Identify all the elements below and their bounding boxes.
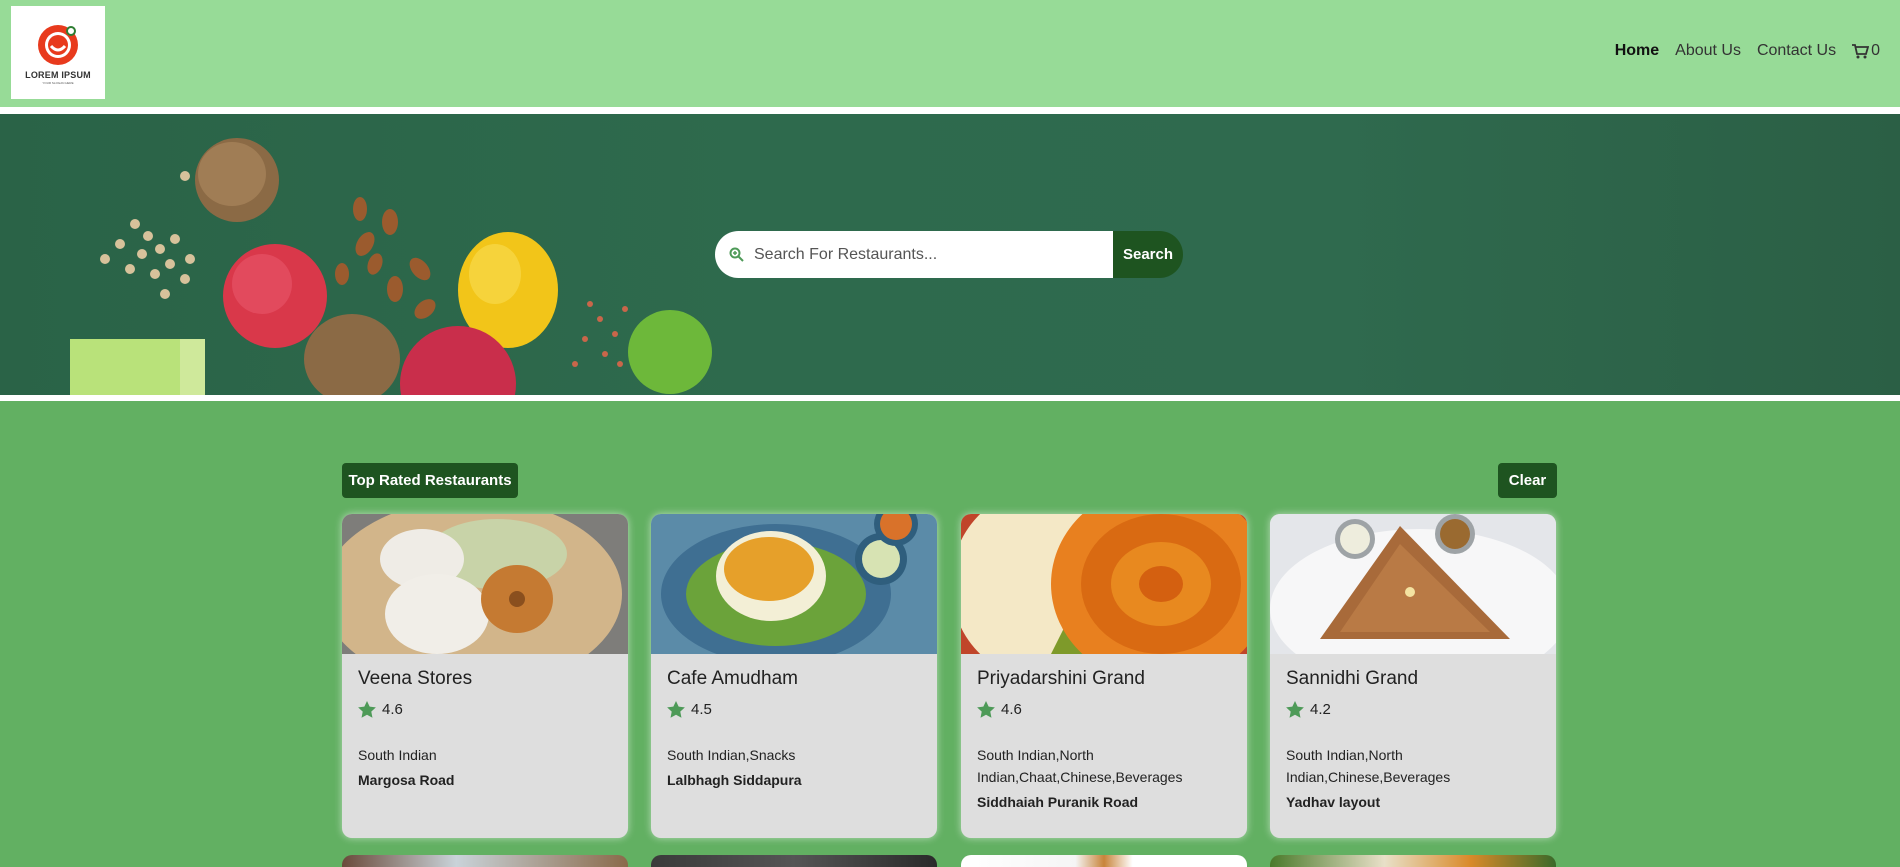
restaurant-image [342, 514, 628, 654]
produce-illustration [70, 138, 712, 395]
search-field-container[interactable] [715, 231, 1113, 278]
search-icon [729, 247, 744, 262]
restaurant-image [1270, 514, 1556, 654]
main-nav: Home About Us Contact Us 0 [1599, 42, 1880, 60]
restaurant-cuisine: South Indian [358, 747, 437, 763]
restaurant-rating: 4.2 [1286, 701, 1540, 718]
search-button[interactable]: Search [1113, 231, 1183, 278]
restaurant-card[interactable]: Priyadarshini Grand 4.6 South Indian,Nor… [961, 514, 1247, 838]
restaurant-card-partial[interactable] [961, 855, 1247, 867]
restaurant-image [651, 514, 937, 654]
restaurant-card[interactable]: Sannidhi Grand 4.2 South Indian,North In… [1270, 514, 1556, 838]
logo[interactable]: LOREM IPSUM YOUR SLOGAN HERE [11, 6, 105, 99]
restaurant-name: Priyadarshini Grand [977, 668, 1145, 689]
cart-link[interactable]: 0 [1852, 42, 1880, 60]
search-input[interactable] [754, 245, 1094, 264]
star-icon [667, 701, 685, 718]
restaurant-name: Cafe Amudham [667, 668, 798, 689]
restaurant-rating: 4.5 [667, 701, 921, 718]
restaurant-card[interactable]: Veena Stores 4.6 South Indian Margosa Ro… [342, 514, 628, 838]
search-bar: Search [715, 231, 1183, 278]
restaurant-area: Margosa Road [358, 772, 455, 788]
nav-home[interactable]: Home [1615, 42, 1659, 60]
restaurant-rating: 4.6 [358, 701, 612, 718]
restaurant-cuisine: South Indian,North Indian,Chinese,Bevera… [1286, 747, 1451, 785]
star-icon [977, 701, 995, 718]
restaurant-area: Yadhav layout [1286, 794, 1381, 810]
nav-about-us[interactable]: About Us [1675, 42, 1741, 60]
rating-value: 4.5 [691, 701, 712, 718]
smiley-food-icon [36, 23, 80, 67]
clear-button[interactable]: Clear [1498, 463, 1557, 498]
restaurant-cuisine: South Indian,North Indian,Chaat,Chinese,… [977, 747, 1183, 785]
restaurant-name: Sannidhi Grand [1286, 668, 1419, 689]
restaurant-rating: 4.6 [977, 701, 1231, 718]
banner-divider [0, 395, 1900, 401]
logo-tagline: YOUR SLOGAN HERE [42, 81, 74, 85]
site-header: LOREM IPSUM YOUR SLOGAN HERE Home About … [0, 0, 1900, 107]
restaurant-card-partial[interactable] [1270, 855, 1556, 867]
rating-value: 4.6 [1001, 701, 1022, 718]
nav-contact-us[interactable]: Contact Us [1757, 42, 1836, 60]
restaurant-cuisine: South Indian,Snacks [667, 747, 796, 763]
restaurant-area: Lalbhagh Siddapura [667, 772, 802, 788]
cart-count: 0 [1871, 42, 1880, 59]
logo-brand: LOREM IPSUM [25, 70, 91, 80]
top-rated-button[interactable]: Top Rated Restaurants [342, 463, 518, 498]
restaurant-card-partial[interactable] [651, 855, 937, 867]
restaurant-name: Veena Stores [358, 668, 473, 689]
hero-banner: Search [0, 114, 1900, 395]
cart-icon [1852, 43, 1870, 58]
header-divider [0, 107, 1900, 114]
restaurant-image [961, 514, 1247, 654]
star-icon [358, 701, 376, 718]
rating-value: 4.2 [1310, 701, 1331, 718]
star-icon [1286, 701, 1304, 718]
rating-value: 4.6 [382, 701, 403, 718]
restaurant-card[interactable]: Cafe Amudham 4.5 South Indian,Snacks Lal… [651, 514, 937, 838]
restaurant-card-partial[interactable] [342, 855, 628, 867]
restaurant-area: Siddhaiah Puranik Road [977, 794, 1139, 810]
